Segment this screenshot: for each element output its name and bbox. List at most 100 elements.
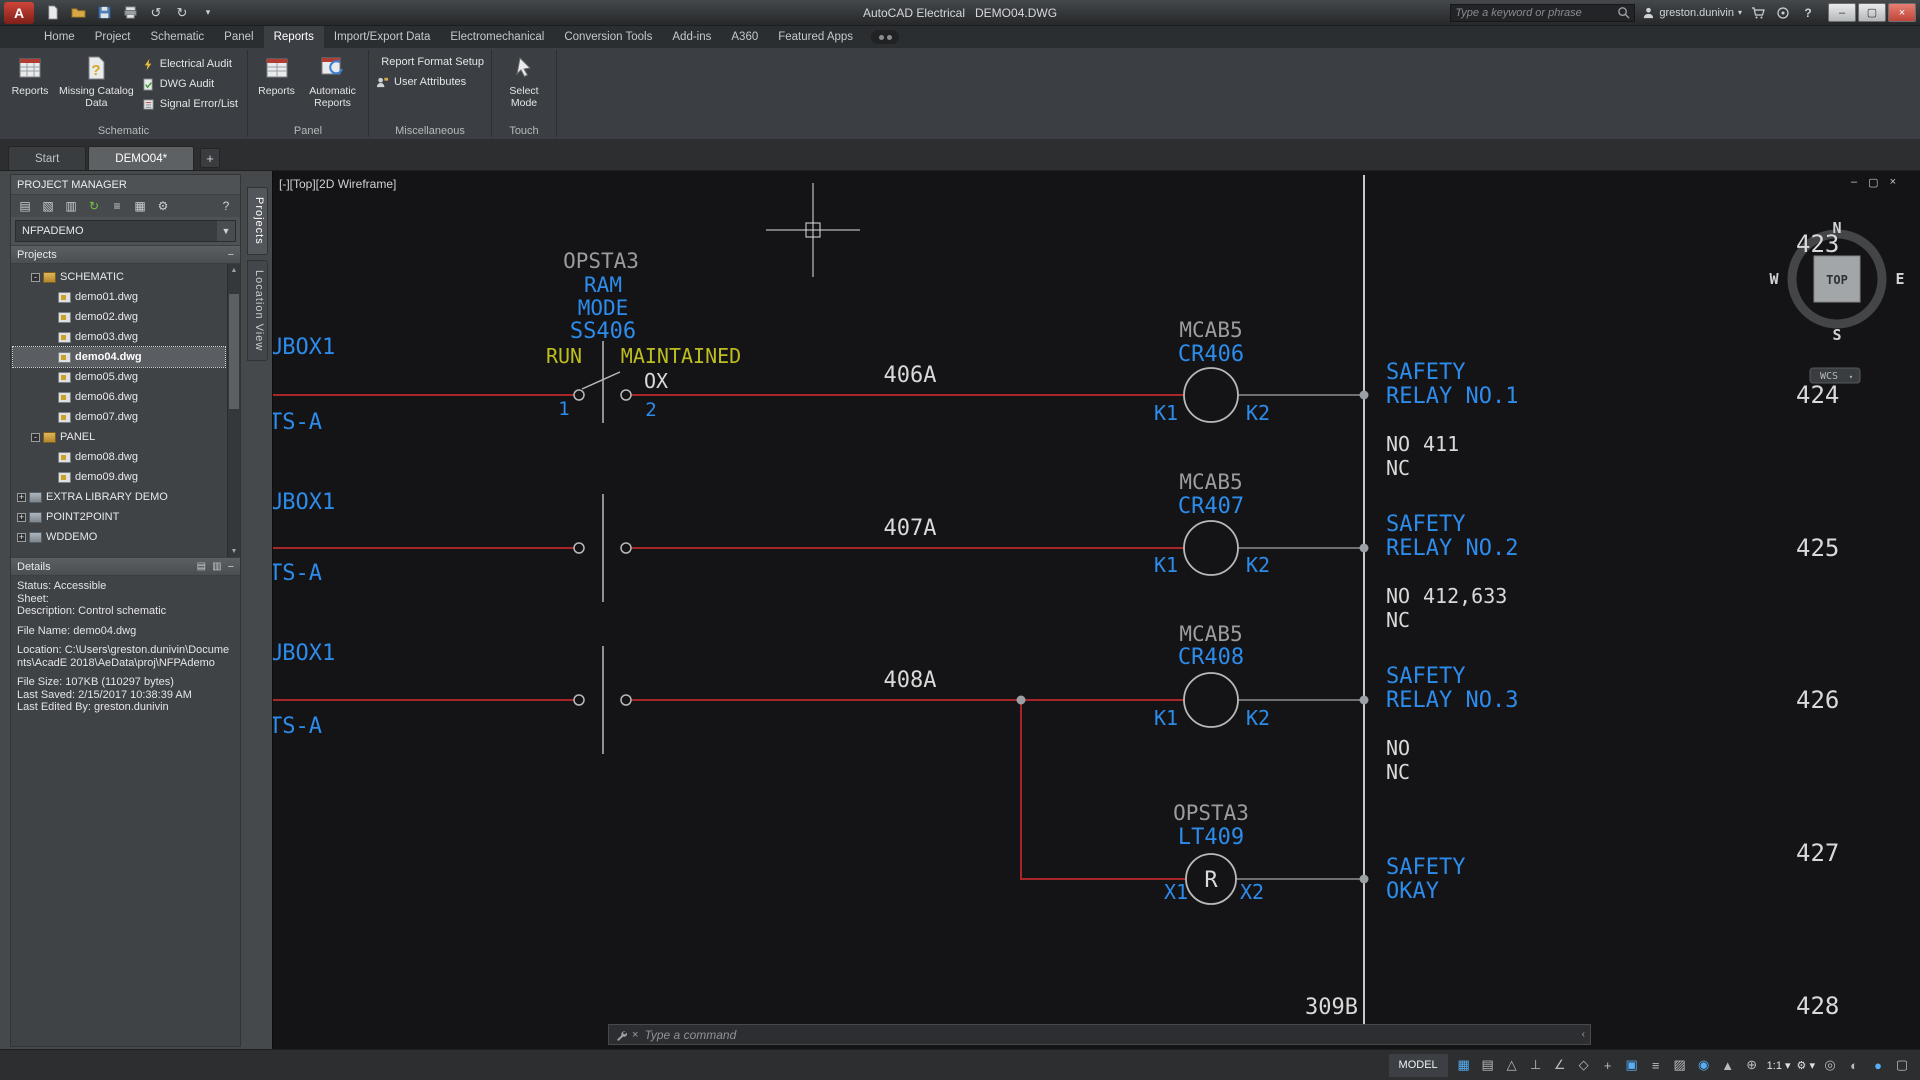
- viewport-label[interactable]: [-][Top][2D Wireframe]: [279, 177, 396, 191]
- isolate-objects-toggle[interactable]: ◐: [1842, 1054, 1866, 1077]
- search-input[interactable]: Type a keyword or phrase: [1450, 3, 1636, 22]
- annotation-monitor-toggle[interactable]: ◎: [1818, 1054, 1842, 1077]
- ribbon-tab-home[interactable]: Home: [34, 26, 85, 48]
- tree-expander-icon[interactable]: -: [31, 432, 40, 442]
- communication-center-button[interactable]: [1774, 4, 1792, 22]
- tree-item-demo04-dwg[interactable]: demo04.dwg: [12, 346, 226, 368]
- plot-button[interactable]: [118, 3, 142, 23]
- ortho-mode-toggle[interactable]: ⊥: [1524, 1054, 1548, 1077]
- drawing-canvas[interactable]: [-][Top][2D Wireframe] – ▢ × TOP N E S W…: [272, 171, 1920, 1049]
- tree-item-extra-library-demo[interactable]: + EXTRA LIBRARY DEMO: [13, 487, 225, 507]
- pm-new-drawing-button[interactable]: ▤: [15, 197, 35, 215]
- ribbon-tab-a360[interactable]: A360: [721, 26, 768, 48]
- tree-item-demo02-dwg[interactable]: demo02.dwg: [13, 307, 225, 327]
- close-button[interactable]: ×: [1888, 3, 1916, 22]
- command-customize-icon[interactable]: [615, 1029, 627, 1041]
- object-snap-tracking-toggle[interactable]: +: [1596, 1054, 1620, 1077]
- infer-constraints-toggle[interactable]: △: [1500, 1054, 1524, 1077]
- ribbon-tab-electromechanical[interactable]: Electromechanical: [440, 26, 554, 48]
- signal-error-list-button[interactable]: Signal Error/List: [139, 96, 241, 112]
- search-icon[interactable]: [1617, 6, 1630, 19]
- tree-item-demo05-dwg[interactable]: demo05.dwg: [13, 367, 225, 387]
- transparency-toggle[interactable]: ▨: [1668, 1054, 1692, 1077]
- command-line[interactable]: × Type a command ‹: [608, 1024, 1591, 1045]
- ribbon-tab-featured-apps[interactable]: Featured Apps: [768, 26, 863, 48]
- tree-item-demo06-dwg[interactable]: demo06.dwg: [13, 387, 225, 407]
- report-format-setup-button[interactable]: Report Format Setup: [373, 54, 487, 70]
- model-space-button[interactable]: MODEL: [1388, 1053, 1448, 1077]
- tree-item-demo09-dwg[interactable]: demo09.dwg: [13, 467, 225, 487]
- tree-expander-icon[interactable]: +: [17, 492, 26, 502]
- new-drawing-tab-button[interactable]: +: [200, 148, 221, 168]
- command-close-icon[interactable]: ×: [632, 1029, 638, 1041]
- object-snap-toggle[interactable]: ▣: [1620, 1054, 1644, 1077]
- pm-task-list-button[interactable]: ≡: [107, 197, 127, 215]
- tree-item-demo01-dwg[interactable]: demo01.dwg: [13, 287, 225, 307]
- side-tab-location-view[interactable]: Location View: [247, 259, 268, 362]
- tree-expander-icon[interactable]: +: [17, 512, 26, 522]
- application-menu-button[interactable]: A: [4, 1, 34, 24]
- viewport-restore-icon[interactable]: ▢: [1868, 176, 1878, 189]
- annotation-visibility-toggle[interactable]: ▲: [1716, 1054, 1740, 1077]
- scrollbar-thumb[interactable]: [229, 294, 239, 409]
- details-preview-icon[interactable]: ▥: [212, 561, 221, 572]
- tree-item-panel[interactable]: - PANEL: [13, 427, 225, 447]
- side-tab-projects[interactable]: Projects: [247, 187, 268, 255]
- command-input[interactable]: Type a command: [644, 1028, 1581, 1042]
- pm-settings-button[interactable]: ⚙: [153, 197, 173, 215]
- schematic-drawing[interactable]: TOP N E S W WCS ▾ OPSTA3RAMMODESS406RUN M…: [273, 171, 1920, 1049]
- command-history-icon[interactable]: ‹: [1582, 1029, 1590, 1040]
- pm-plot-publish-button[interactable]: ▦: [130, 197, 150, 215]
- select-mode-button[interactable]: Select Mode: [496, 51, 552, 111]
- ribbon-tab-panel[interactable]: Panel: [214, 26, 263, 48]
- save-button[interactable]: [92, 3, 116, 23]
- grid-display-toggle[interactable]: ▦: [1452, 1054, 1476, 1077]
- projects-section-header[interactable]: Projects −: [11, 245, 240, 264]
- pm-help-button[interactable]: ?: [216, 197, 236, 215]
- tree-item-demo03-dwg[interactable]: demo03.dwg: [13, 327, 225, 347]
- panel-label-touch[interactable]: Touch: [492, 122, 556, 139]
- electrical-audit-button[interactable]: Electrical Audit: [139, 56, 241, 72]
- viewport-minimize-icon[interactable]: –: [1851, 176, 1857, 189]
- automatic-reports-button[interactable]: Automatic Reports: [301, 51, 364, 111]
- schematic-reports-button[interactable]: Reports: [4, 51, 56, 99]
- panel-label-panel[interactable]: Panel: [248, 122, 368, 139]
- app-store-button[interactable]: [1749, 4, 1767, 22]
- collapse-icon[interactable]: −: [228, 249, 234, 261]
- file-tab-demo04[interactable]: DEMO04*: [88, 146, 195, 170]
- tree-item-wddemo[interactable]: + WDDEMO: [13, 527, 225, 547]
- autoscale-toggle[interactable]: ⊕: [1740, 1054, 1764, 1077]
- annotation-scale-button[interactable]: 1:1 ▾: [1764, 1054, 1794, 1077]
- details-section-header[interactable]: Details ▤ ▥ −: [11, 557, 240, 576]
- ribbon-tab-conversion-tools[interactable]: Conversion Tools: [554, 26, 662, 48]
- signin-user-button[interactable]: greston.dunivin ▾: [1642, 6, 1742, 19]
- workspace-switching-button[interactable]: ⚙ ▾: [1794, 1054, 1818, 1077]
- viewport-close-icon[interactable]: ×: [1890, 176, 1896, 189]
- dwg-audit-button[interactable]: DWG Audit: [139, 76, 241, 92]
- tree-item-schematic[interactable]: - SCHEMATIC: [13, 267, 225, 287]
- panel-label-miscellaneous[interactable]: Miscellaneous: [369, 122, 491, 139]
- panel-label-schematic[interactable]: Schematic: [0, 122, 247, 139]
- user-attributes-button[interactable]: User Attributes: [373, 74, 487, 90]
- graphics-performance-toggle[interactable]: ●: [1866, 1054, 1890, 1077]
- project-dropdown[interactable]: NFPADEMO ▼: [15, 220, 236, 242]
- tree-item-demo08-dwg[interactable]: demo08.dwg: [13, 447, 225, 467]
- ribbon-tab-add-ins[interactable]: Add-ins: [662, 26, 721, 48]
- selection-cycling-toggle[interactable]: ◉: [1692, 1054, 1716, 1077]
- ribbon-connect-indicator[interactable]: [871, 30, 900, 44]
- tree-item-demo07-dwg[interactable]: demo07.dwg: [13, 407, 225, 427]
- pm-close-project-button[interactable]: ▥: [61, 197, 81, 215]
- isodraft-toggle[interactable]: ◇: [1572, 1054, 1596, 1077]
- new-file-button[interactable]: [40, 3, 64, 23]
- chevron-down-icon[interactable]: ▼: [217, 221, 235, 241]
- collapse-icon[interactable]: −: [228, 561, 234, 573]
- redo-button[interactable]: ↻: [170, 3, 194, 23]
- restore-button[interactable]: ▢: [1858, 3, 1886, 22]
- open-file-button[interactable]: [66, 3, 90, 23]
- pm-refresh-button[interactable]: ↻: [84, 197, 104, 215]
- ribbon-tab-import-export-data[interactable]: Import/Export Data: [324, 26, 441, 48]
- tree-item-point2point[interactable]: + POINT2POINT: [13, 507, 225, 527]
- ribbon-tab-project[interactable]: Project: [85, 26, 141, 48]
- missing-catalog-data-button[interactable]: ? Missing Catalog Data: [56, 51, 137, 111]
- scroll-down-icon[interactable]: ▼: [228, 545, 240, 557]
